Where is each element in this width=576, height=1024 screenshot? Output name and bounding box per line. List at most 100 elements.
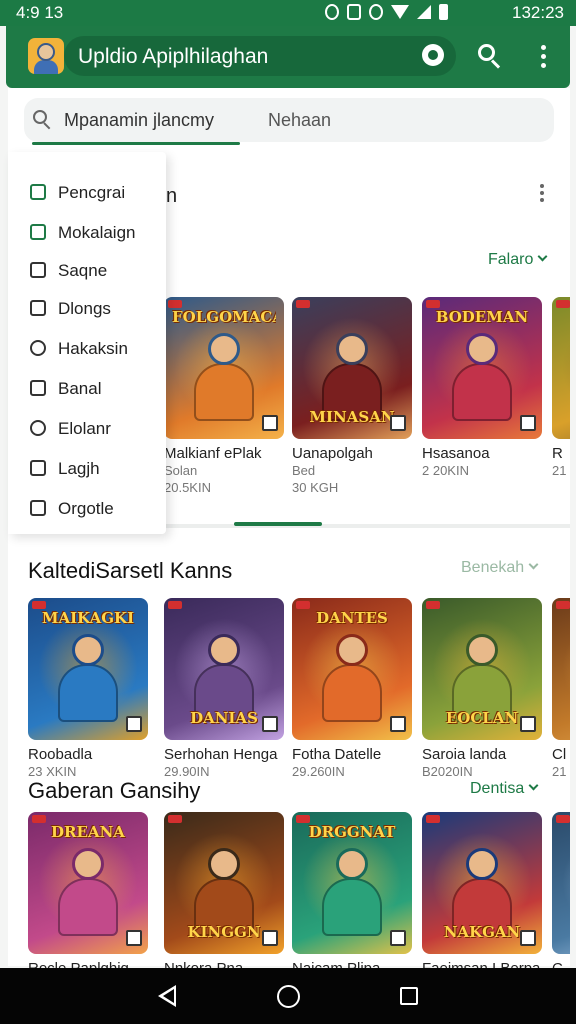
game-card[interactable]: DREANARocle Paplghig33.9KN <box>28 812 148 994</box>
drawer-item[interactable]: Pencgrai <box>8 174 166 212</box>
overflow-menu-button[interactable] <box>534 42 552 72</box>
game-title-art: DREANA <box>51 823 125 841</box>
search-input[interactable]: Mpanamin jlancmy <box>64 110 214 131</box>
search-button[interactable] <box>476 43 504 71</box>
rating-badge-icon <box>390 415 406 431</box>
section1-see-more[interactable]: Falaro <box>488 251 548 269</box>
game-card[interactable]: C21 <box>552 812 570 994</box>
game-size: 2 20KIN <box>422 463 469 478</box>
app-bar: Upldio Apiplhilaghan <box>6 26 570 88</box>
chevron-down-icon <box>528 559 539 570</box>
drawer-item-label: Lagjh <box>58 459 100 478</box>
game-title-art: BODEMAN <box>435 308 529 326</box>
game-card[interactable]: BODEMAN Hsasanoa 2 20KIN <box>422 297 542 479</box>
game-thumbnail: DANIAS <box>164 598 284 740</box>
game-subtitle: Solan <box>164 463 198 478</box>
status-icons <box>325 4 448 20</box>
game-title: Malkianf ePlak <box>164 445 262 462</box>
sim-icon <box>347 4 361 20</box>
game-thumbnail: NAKGAN <box>422 812 542 954</box>
badge-icon <box>556 300 570 308</box>
account-icon <box>30 340 46 356</box>
game-thumbnail: BODEMAN <box>422 297 542 439</box>
game-size: 21 <box>552 463 567 478</box>
drawer-item[interactable]: Mokalaign <box>8 214 166 252</box>
game-card[interactable]: KINGGNNnkora Pna30.30 <box>164 812 284 994</box>
section3-see-more[interactable]: Dentisa <box>470 780 539 798</box>
badge-icon <box>556 601 570 609</box>
drawer-item[interactable]: Lagjh <box>8 450 166 488</box>
section1-title: n <box>166 185 178 207</box>
game-thumbnail <box>552 812 570 954</box>
game-title-art: EOCLAN <box>445 709 519 727</box>
drawer-item[interactable]: Hakaksin <box>8 330 166 368</box>
game-thumbnail: MINASAN <box>292 297 412 439</box>
game-title-art: MAIKAGKI <box>41 609 135 627</box>
logo-figure-body <box>34 60 58 74</box>
game-title: Serhohan Henga <box>164 746 278 763</box>
drawer-item[interactable]: Banal <box>8 370 166 408</box>
app-logo[interactable] <box>28 38 64 74</box>
game-card[interactable]: EOCLAN Saroia landa B2020IN <box>422 598 542 780</box>
drawer-item-label: Mokalaign <box>58 223 136 242</box>
game-title-art: FOLGOMACAL <box>172 308 276 326</box>
drawer-item-label: Pencgrai <box>58 183 126 202</box>
drawer-item[interactable]: Saqne <box>8 252 166 290</box>
game-card[interactable]: MINASAN Uanapolgah Bed 30 KGH <box>292 297 412 496</box>
download-icon <box>30 300 46 316</box>
status-time: 4:9 13 <box>16 3 64 22</box>
drawer-item-label: Elolanr <box>58 419 111 438</box>
search-secondary-tab[interactable]: Nehaan <box>268 110 331 131</box>
search-bar[interactable]: Mpanamin jlancmy Nehaan <box>24 98 554 142</box>
title-pill[interactable]: Upldio Apiplhilaghan <box>64 36 456 76</box>
game-title-art: DANIAS <box>190 709 258 727</box>
game-size: 29.260IN <box>292 764 345 779</box>
game-size: 30 KGH <box>292 480 339 495</box>
game-card[interactable]: Cl 21 <box>552 598 570 780</box>
more-vert-icon <box>540 184 544 188</box>
character-figure <box>58 664 118 722</box>
game-card[interactable]: DRGGNATNaicam Plipa29.30IN <box>292 812 412 994</box>
drawer-item-label: Banal <box>58 379 102 398</box>
game-thumbnail: KINGGN <box>164 812 284 954</box>
game-card[interactable]: DANTES Fotha Datelle 29.260IN <box>292 598 412 780</box>
wifi-icon <box>391 5 409 19</box>
game-card[interactable]: R 21 <box>552 297 570 479</box>
game-card[interactable]: FOLGOMACAL Malkianf ePlakSolan 20.5KIN <box>164 297 284 496</box>
drawer-item[interactable]: Orgotle <box>8 490 166 528</box>
rating-badge-icon <box>520 716 536 732</box>
drawer-item[interactable]: Elolanr <box>8 410 166 448</box>
rating-badge-icon <box>390 930 406 946</box>
game-title-art: NAKGAN <box>443 923 521 941</box>
recents-icon[interactable] <box>400 987 418 1005</box>
game-card[interactable]: NAKGANFaeimsan I Berpa13.30IN <box>422 812 542 994</box>
badge-icon <box>168 601 182 609</box>
back-icon[interactable] <box>158 985 176 1007</box>
chevron-down-icon <box>537 251 548 262</box>
section2-see-more[interactable]: Benekah <box>461 559 539 577</box>
alarm-icon <box>369 4 383 20</box>
drawer-item[interactable]: Dlongs <box>8 290 166 328</box>
game-card[interactable]: DANIAS Serhohan Henga 29.90IN <box>164 598 284 780</box>
game-title-art: MINASAN <box>309 408 395 426</box>
rating-badge-icon <box>126 930 142 946</box>
game-subtitle: Bed <box>292 463 316 478</box>
system-nav-bar <box>0 968 576 1024</box>
game-title-art: DANTES <box>316 609 388 627</box>
character-figure <box>452 363 512 421</box>
home-icon[interactable] <box>277 985 300 1008</box>
sync-icon <box>325 4 339 20</box>
account-switch-icon[interactable] <box>422 44 444 66</box>
home-icon <box>30 500 46 516</box>
game-thumbnail: EOCLAN <box>422 598 542 740</box>
game-thumbnail <box>552 297 570 439</box>
game-title-art: KINGGN <box>187 923 261 941</box>
battery-icon <box>439 4 448 20</box>
signal-icon <box>417 5 431 19</box>
book-icon <box>30 262 46 278</box>
section1-menu-button[interactable] <box>538 182 548 204</box>
rating-badge-icon <box>520 415 536 431</box>
search-icon <box>33 110 53 130</box>
section2-title: KaltediSarsetl Kanns <box>28 558 233 583</box>
game-card[interactable]: MAIKAGKI Roobadla 23 XKIN <box>28 598 148 780</box>
